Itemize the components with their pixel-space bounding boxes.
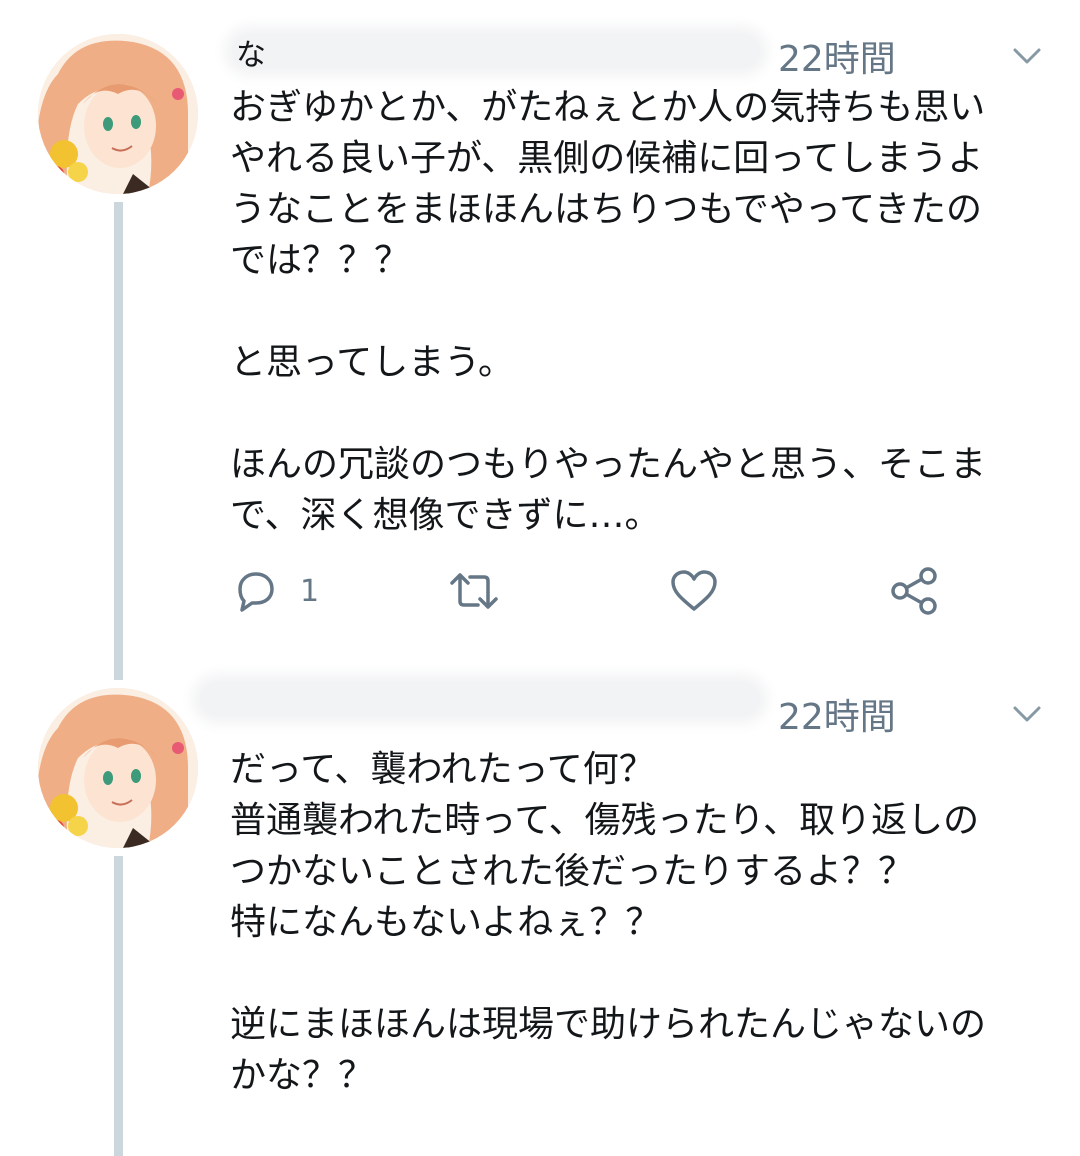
- tweet[interactable]: 22時間 だって、襲われたって何？ 普通襲われた時って、傷残ったり、取り返しの …: [0, 660, 1080, 1156]
- tweet-actions: 1: [230, 566, 970, 616]
- tweet[interactable]: な 22時間 おぎゆかとか、がたねぇとか人の気持ちも思い やれる良い子が、黒側の…: [0, 0, 1080, 680]
- timestamp[interactable]: 22時間: [778, 30, 896, 82]
- blurred-author-name: [232, 34, 760, 68]
- retweet-button[interactable]: [444, 566, 504, 616]
- retweet-icon: [444, 567, 504, 615]
- blurred-author-name: [200, 682, 760, 716]
- chevron-down-icon[interactable]: [1012, 46, 1042, 66]
- reply-button[interactable]: 1: [230, 566, 319, 616]
- avatar-image: [38, 34, 198, 194]
- timestamp[interactable]: 22時間: [778, 688, 896, 740]
- avatar[interactable]: [38, 688, 198, 848]
- tweet-text: だって、襲われたって何？ 普通襲われた時って、傷残ったり、取り返しの つかないこ…: [230, 749, 987, 1096]
- like-icon: [668, 567, 720, 615]
- avatar[interactable]: [38, 34, 198, 194]
- reply-icon: [230, 567, 278, 615]
- share-button[interactable]: [888, 566, 940, 616]
- thread-line: [114, 856, 123, 1156]
- author-name[interactable]: な: [236, 30, 266, 74]
- share-icon: [888, 565, 940, 617]
- avatar-image: [38, 688, 198, 848]
- reply-count: 1: [300, 573, 320, 609]
- like-button[interactable]: [668, 566, 720, 616]
- thread-line: [114, 202, 123, 680]
- chevron-down-icon[interactable]: [1012, 704, 1042, 724]
- tweet-text: おぎゆかとか、がたねぇとか人の気持ちも思い やれる良い子が、黒側の候補に回ってし…: [230, 87, 987, 536]
